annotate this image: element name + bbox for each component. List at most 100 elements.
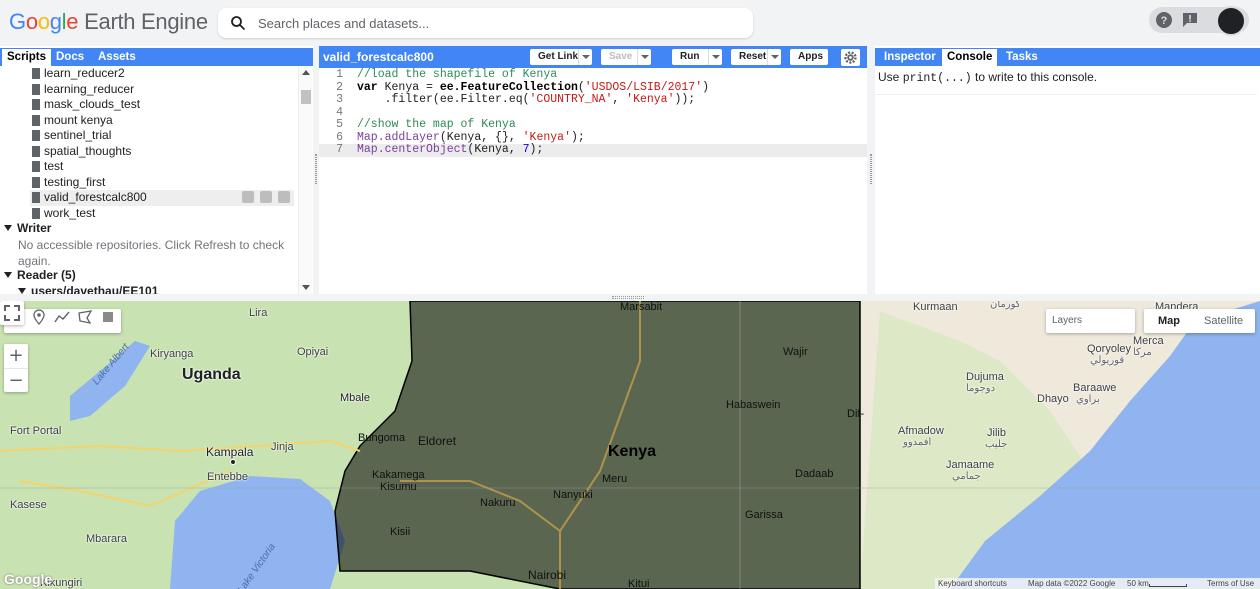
expand-arrow-icon (4, 272, 12, 278)
zoom-in-button[interactable]: + (4, 344, 28, 368)
reader-section[interactable]: Reader (5) (4, 268, 76, 283)
writer-section[interactable]: Writer (4, 221, 51, 236)
scroll-down-arrow-icon[interactable] (302, 285, 310, 290)
file-icon (32, 161, 40, 172)
logo-letter: e (66, 9, 79, 34)
logo-letter: G (9, 9, 26, 34)
expand-arrow-icon (4, 225, 12, 231)
dropdown-arrow-icon[interactable] (637, 49, 651, 65)
dropdown-arrow-icon[interactable] (708, 49, 722, 65)
feedback-icon[interactable] (1181, 11, 1199, 29)
map-label-city: Kiryanga (150, 348, 194, 360)
splitter-grip (612, 296, 644, 299)
map-label-country: Kenya (608, 443, 657, 460)
city-marker (230, 459, 236, 465)
dropdown-arrow-icon[interactable] (767, 49, 781, 65)
tab-console[interactable]: Console (942, 49, 998, 66)
script-file-item[interactable]: sentinel_trial (30, 128, 294, 144)
map-label-city: Dujuma (966, 371, 1004, 383)
map-label-city: Merca (1133, 335, 1164, 347)
map-label-city: Entebbe (207, 471, 248, 483)
avatar[interactable] (1216, 6, 1246, 36)
dropdown-arrow-icon[interactable] (578, 49, 592, 65)
scroll-thumb[interactable] (301, 90, 311, 104)
save-button[interactable]: Save (601, 49, 651, 65)
map-label-city: Mbarara (86, 533, 127, 545)
map-label-city: Bungoma (358, 432, 406, 444)
script-file-item[interactable]: testing_first (30, 175, 294, 191)
script-file-item-selected[interactable]: valid_forestcalc800 (30, 190, 294, 206)
tab-docs[interactable]: Docs (51, 49, 89, 66)
tab-tasks[interactable]: Tasks (1001, 49, 1043, 66)
layers-control[interactable]: Layers (1046, 309, 1135, 333)
map-type-map-button[interactable]: Map (1158, 309, 1180, 333)
reset-button[interactable]: Reset (731, 49, 781, 65)
tab-assets[interactable]: Assets (93, 49, 141, 66)
scroll-up-arrow-icon[interactable] (302, 70, 310, 75)
tab-inspector[interactable]: Inspector (879, 49, 941, 66)
script-file-item[interactable]: spatial_thoughts (30, 144, 294, 160)
help-icon[interactable]: ? (1155, 11, 1173, 29)
file-icon (32, 130, 40, 141)
file-icon (32, 114, 40, 126)
terms-of-use-link[interactable]: Terms of Use (1207, 578, 1254, 589)
script-file-item[interactable]: work_test (30, 206, 294, 222)
map-label-city: Garissa (745, 509, 783, 521)
writer-note: No accessible repositories. Click Refres… (18, 238, 285, 268)
script-file-item[interactable]: mount kenya (30, 113, 294, 129)
history-icon[interactable] (242, 191, 254, 203)
file-icon (32, 99, 40, 110)
scripts-scrollbar[interactable] (298, 66, 312, 294)
polygon-tool-icon[interactable] (77, 309, 93, 325)
map-label-city: Marsabit (620, 301, 663, 313)
map-view[interactable]: Uganda Kenya Lira Kiryanga Opiyai Mbale … (0, 301, 1260, 589)
top-header: GoogleEarth Engine ? (0, 0, 1260, 46)
script-file-name: valid_forestcalc800 (44, 190, 147, 204)
reader-repo[interactable]: users/davethau/EE101 (18, 284, 158, 294)
map-label-city: Baraawe (1073, 382, 1117, 394)
map-type-satellite-button[interactable]: Satellite (1204, 309, 1243, 333)
tab-scripts[interactable]: Scripts (2, 49, 51, 66)
scale-bar (1149, 584, 1187, 587)
kenya-layer[interactable] (334, 301, 861, 589)
script-file-item[interactable]: learn_reducer2 (30, 66, 294, 82)
map-label-city: Qoryoley (1087, 343, 1132, 355)
run-label: Run (680, 51, 700, 62)
code-editor[interactable]: 1//load the shapefile of Kenya 2 var Keny… (319, 68, 867, 294)
script-file-name: mount kenya (44, 112, 113, 127)
marker-icon[interactable] (31, 309, 47, 325)
script-file-item[interactable]: mask_clouds_test (30, 97, 294, 113)
logo-product-name: Earth Engine (84, 9, 208, 34)
console-hint-prefix: Use (878, 70, 903, 84)
logo-letter: g (49, 9, 62, 34)
map-label-city: Dhayo (1037, 393, 1069, 405)
script-file-name: sentinel_trial (44, 128, 112, 142)
delete-icon[interactable] (278, 191, 290, 203)
line-tool-icon[interactable] (54, 309, 70, 325)
edit-icon[interactable] (260, 191, 272, 203)
script-file-item[interactable]: test (30, 159, 294, 175)
script-file-item[interactable]: learning_reducer (30, 82, 294, 98)
run-button[interactable]: Run (672, 49, 722, 65)
keyboard-shortcuts-link[interactable]: Keyboard shortcuts (938, 578, 1007, 589)
editor-toolbar: valid_forestcalc800 Get Link Save Run Re… (319, 46, 867, 68)
zoom-out-button[interactable]: − (4, 368, 28, 392)
fullscreen-icon[interactable] (0, 301, 24, 325)
map-label-city: Jilib (987, 427, 1006, 439)
scripts-panel: learn_reducer2 learning_reducer mask_clo… (0, 66, 313, 294)
gear-icon[interactable] (841, 49, 860, 66)
code-line-active: 7 Map.centerObject(Kenya, 7); (319, 143, 867, 157)
google-logo[interactable]: Google (4, 571, 52, 587)
earth-engine-logo[interactable]: Google Earth Engine (9, 9, 208, 35)
rectangle-tool-icon[interactable] (100, 309, 116, 325)
horizontal-splitter[interactable] (0, 294, 1260, 301)
search-input[interactable] (258, 13, 738, 33)
right-splitter[interactable] (867, 46, 875, 296)
get-link-button[interactable]: Get Link (530, 49, 592, 65)
map-label-city: Habaswein (726, 399, 781, 411)
map-label-city: Dif- (847, 408, 865, 420)
map-label-city: Dadaab (795, 468, 834, 480)
search-box[interactable] (218, 8, 753, 38)
apps-button[interactable]: Apps (790, 49, 828, 65)
file-icon (32, 176, 40, 188)
